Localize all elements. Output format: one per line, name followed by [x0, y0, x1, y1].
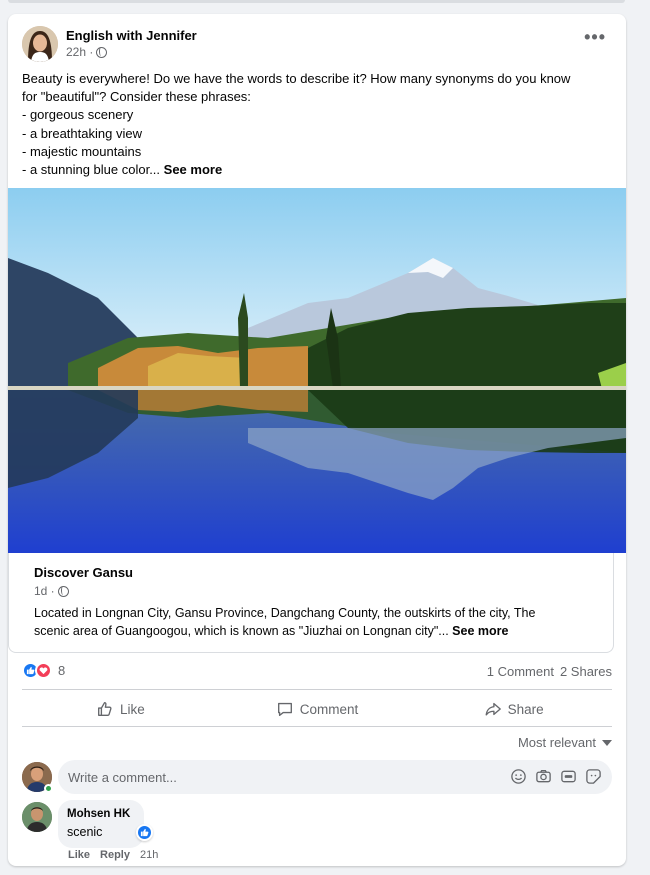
- post-stats: 8 1 Comment 2 Shares: [22, 662, 612, 682]
- sort-label: Most relevant: [517, 735, 596, 750]
- post-time[interactable]: 22h ·: [66, 45, 93, 59]
- globe-icon: [57, 585, 69, 597]
- comment-time[interactable]: 21h: [140, 849, 158, 861]
- comment-sort-dropdown[interactable]: Most relevant: [518, 735, 612, 750]
- post-text-line: for "beautiful"? Consider these phrases:: [22, 89, 251, 105]
- link-desc-line: Located in Longnan City, Gansu Province,…: [34, 606, 536, 620]
- comment-bubble: Mohsen HK scenic: [58, 800, 144, 848]
- post-text-line: - a stunning blue color...: [22, 162, 161, 178]
- more-options-icon[interactable]: •••: [584, 28, 606, 46]
- author-name[interactable]: English with Jennifer: [66, 28, 197, 43]
- comment-label: Comment: [299, 701, 359, 717]
- thumbs-up-icon: [97, 702, 112, 716]
- comment-actions: Like Reply 21h: [68, 849, 158, 861]
- comment-input[interactable]: [58, 760, 478, 794]
- comment-like-button[interactable]: Like: [68, 849, 90, 861]
- action-bar: Like Comment Share: [22, 692, 612, 726]
- post-photo[interactable]: [8, 188, 626, 553]
- comment-input-tools: [510, 768, 602, 785]
- link-desc-line: scenic area of Guangoogou, which is know…: [34, 624, 449, 638]
- comment-like-reaction-icon[interactable]: [136, 824, 153, 841]
- link-time[interactable]: 1d ·: [34, 584, 55, 598]
- post-text: Beauty is everywhere! Do we have the wor…: [22, 70, 616, 179]
- post-text-line: Beauty is everywhere! Do we have the wor…: [22, 71, 571, 86]
- comment-input-box: [58, 760, 612, 794]
- post-meta: 22h ·: [66, 45, 108, 59]
- gif-icon[interactable]: [560, 768, 577, 785]
- share-count-link[interactable]: 2 Shares: [560, 664, 612, 679]
- link-preview[interactable]: Discover Gansu 1d · Located in Longnan C…: [8, 553, 614, 653]
- share-button[interactable]: Share: [415, 692, 612, 726]
- reaction-count: 8: [58, 663, 66, 678]
- reactions-summary[interactable]: 8: [22, 662, 65, 679]
- like-button[interactable]: Like: [22, 692, 219, 726]
- divider: [22, 726, 612, 727]
- globe-icon: [96, 46, 108, 58]
- divider: [22, 689, 612, 690]
- sticker-icon[interactable]: [585, 768, 602, 785]
- comment-icon: [277, 702, 292, 716]
- see-more-link[interactable]: See more: [164, 162, 223, 177]
- post-text-line: - gorgeous scenery: [22, 107, 134, 123]
- post-text-line: - a breathtaking view: [22, 125, 142, 141]
- link-meta: 1d ·: [34, 584, 69, 598]
- emoji-icon[interactable]: [510, 768, 527, 785]
- previous-post-edge: [8, 0, 625, 3]
- post-text-last-line: - a stunning blue color... See more: [22, 161, 616, 179]
- share-icon: [485, 702, 501, 716]
- camera-icon[interactable]: [535, 768, 552, 785]
- link-title[interactable]: Discover Gansu: [34, 565, 133, 580]
- online-status-indicator: [44, 784, 53, 793]
- author-avatar[interactable]: [22, 26, 58, 62]
- post-header: English with Jennifer 22h · •••: [22, 26, 612, 66]
- commenter-avatar[interactable]: [22, 802, 52, 832]
- engagement-counts: 1 Comment 2 Shares: [487, 664, 612, 679]
- like-label: Like: [119, 701, 145, 717]
- commenter-name[interactable]: Mohsen HK: [67, 808, 130, 820]
- link-see-more[interactable]: See more: [452, 624, 508, 638]
- comment-button[interactable]: Comment: [219, 692, 416, 726]
- caret-down-icon: [602, 739, 612, 746]
- comment-count-link[interactable]: 1 Comment: [487, 664, 554, 679]
- link-description: Located in Longnan City, Gansu Province,…: [34, 604, 599, 640]
- post-text-line: - majestic mountains: [22, 143, 142, 159]
- love-reaction-icon: [35, 662, 52, 679]
- post-card: English with Jennifer 22h · ••• Beauty i…: [8, 14, 626, 866]
- comment-reply-button[interactable]: Reply: [100, 849, 130, 861]
- comment-text: scenic: [67, 825, 103, 839]
- share-label: Share: [507, 701, 544, 717]
